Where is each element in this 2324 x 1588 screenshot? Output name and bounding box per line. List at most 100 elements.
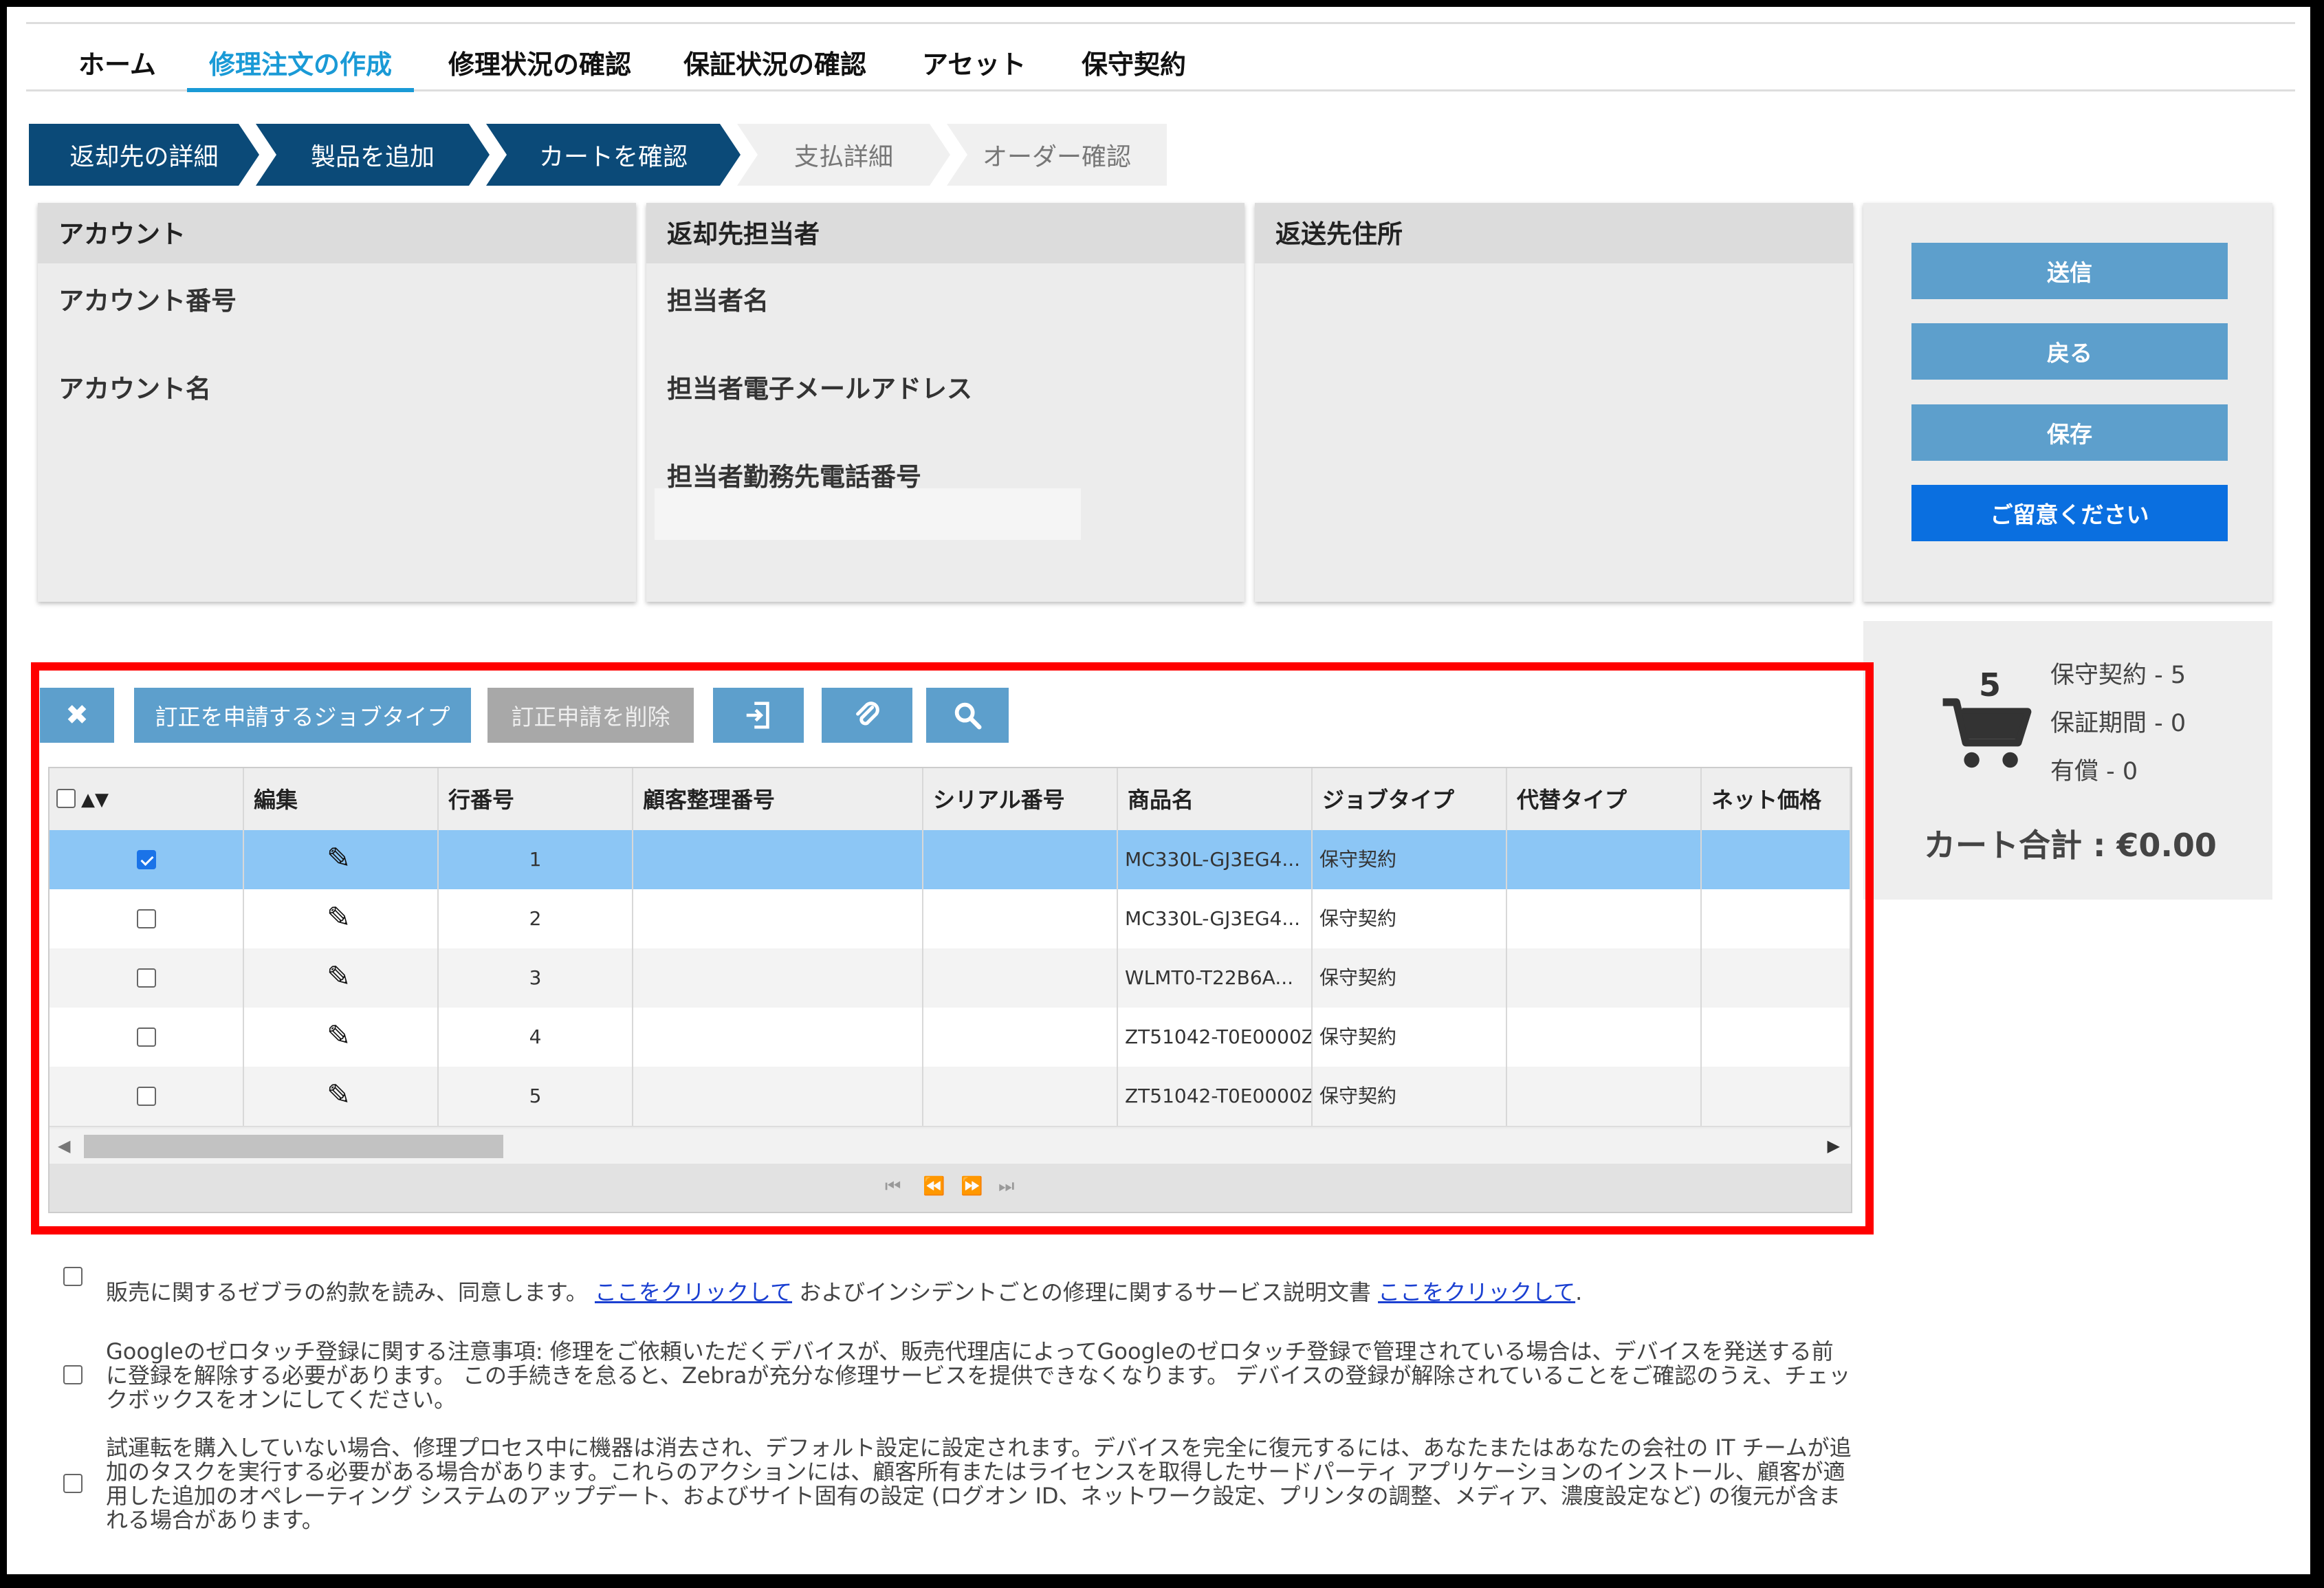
account-panel: アカウント アカウント番号 アカウント名 [38, 203, 636, 602]
export-button[interactable] [713, 688, 804, 743]
step-order-confirmation: オーダー確認 [947, 124, 1167, 186]
last-page-icon[interactable]: ⏭ [998, 1176, 1014, 1197]
edit-cell: ✎ [244, 948, 439, 1008]
contact-name-label: 担当者名 [667, 286, 769, 316]
close-icon: ✖ [65, 699, 89, 731]
search-button[interactable] [926, 688, 1009, 743]
cart-total: カート合計 : €0.00 [1924, 827, 2217, 864]
customer-ref-cell [633, 1067, 923, 1126]
main-nav: ホーム 修理注文の作成 修理状況の確認 保証状況の確認 アセット 保守契約 [26, 22, 2295, 92]
table-row[interactable]: ✎ 5 ZT51042-T0E0000Z 保守契約 [50, 1067, 1851, 1127]
next-page-icon[interactable]: ⏩ [961, 1176, 983, 1197]
actions-panel: 送信 戻る 保存 ご留意ください [1863, 203, 2272, 602]
table-row[interactable]: ✎ 3 WLMT0-T22B6A... 保守契約 [50, 948, 1851, 1009]
row-checkbox[interactable] [137, 968, 156, 988]
product-name-cell: WLMT0-T22B6A... [1118, 948, 1313, 1008]
pencil-icon[interactable]: ✎ [327, 830, 351, 888]
step-review-cart[interactable]: カートを確認 [486, 124, 741, 186]
note-button[interactable]: ご留意ください [1911, 485, 2228, 541]
row-select-cell [50, 1067, 244, 1126]
service-description-link[interactable]: ここをクリックして [1378, 1279, 1575, 1305]
alt-type-cell [1507, 1008, 1702, 1067]
table-row[interactable]: ✎ 1 MC330L-GJ3EG4... 保守契約 [50, 830, 1851, 891]
account-panel-title: アカウント [38, 203, 636, 263]
row-checkbox[interactable] [137, 850, 156, 869]
terms-link[interactable]: ここをクリックして [595, 1279, 792, 1305]
column-product-name[interactable]: 商品名 [1118, 768, 1313, 830]
table-row[interactable]: ✎ 2 MC330L-GJ3EG4... 保守契約 [50, 889, 1851, 950]
request-job-type-button[interactable]: 訂正を申請するジョブタイプ [134, 688, 471, 743]
scrollbar-thumb[interactable] [84, 1135, 503, 1158]
tab-assets[interactable]: アセット [922, 43, 1026, 81]
sort-icon[interactable]: ▲▼ [81, 768, 109, 830]
tab-repair-status[interactable]: 修理状況の確認 [448, 43, 631, 81]
cart-grid: ▲▼ 編集 行番号 顧客整理番号 シリアル番号 商品名 ジョブタイプ 代替タイプ… [48, 767, 1852, 1213]
column-customer-ref[interactable]: 顧客整理番号 [633, 768, 923, 830]
scroll-left-icon[interactable]: ◀ [58, 1136, 70, 1155]
tab-home[interactable]: ホーム [78, 43, 156, 81]
contact-phone-label: 担当者勤務先電話番号 [667, 462, 921, 492]
contact-phone-value [655, 488, 1081, 540]
net-price-cell [1702, 1008, 1851, 1067]
net-price-cell [1702, 889, 1851, 948]
row-checkbox[interactable] [137, 1027, 156, 1047]
column-job-type[interactable]: ジョブタイプ [1313, 768, 1507, 830]
cart-count-badge: 5 [1979, 666, 2002, 704]
select-all-checkbox[interactable] [56, 789, 76, 808]
tab-maintenance-contract[interactable]: 保守契約 [1082, 43, 1186, 81]
pencil-icon[interactable]: ✎ [327, 948, 351, 1006]
tab-create-repair-order[interactable]: 修理注文の作成 [209, 43, 392, 81]
page: ホーム 修理注文の作成 修理状況の確認 保証状況の確認 アセット 保守契約 返却… [7, 7, 2310, 1574]
edit-cell: ✎ [244, 1008, 439, 1067]
step-return-details[interactable]: 返却先の詳細 [29, 124, 259, 186]
step-label: 支払詳細 [793, 143, 893, 171]
pencil-icon[interactable]: ✎ [327, 889, 351, 947]
row-checkbox[interactable] [137, 1087, 156, 1106]
alt-type-cell [1507, 1067, 1702, 1126]
step-label: カートを確認 [538, 143, 688, 171]
grid-header: ▲▼ 編集 行番号 顧客整理番号 シリアル番号 商品名 ジョブタイプ 代替タイプ… [50, 768, 1851, 831]
edit-cell: ✎ [244, 830, 439, 889]
pencil-icon[interactable]: ✎ [327, 1067, 351, 1124]
back-button[interactable]: 戻る [1911, 323, 2228, 380]
paperclip-icon [856, 701, 879, 726]
delete-request-button[interactable]: 訂正申請を削除 [487, 688, 694, 743]
line-number-cell: 2 [439, 889, 633, 948]
line-number-cell: 1 [439, 830, 633, 889]
alt-type-cell [1507, 830, 1702, 889]
column-alt-type[interactable]: 代替タイプ [1507, 768, 1702, 830]
step-add-product[interactable]: 製品を追加 [256, 124, 490, 186]
terms-text: 販売に関するゼブラの約款を読み、同意します。 ここをクリックして およびインシデ… [106, 1281, 1852, 1305]
attach-button[interactable] [822, 688, 912, 743]
close-button[interactable]: ✖ [40, 688, 114, 743]
scroll-right-icon[interactable]: ▶ [1828, 1136, 1840, 1155]
step-label: 返却先の詳細 [69, 143, 219, 171]
customer-ref-cell [633, 889, 923, 948]
terms-checkbox[interactable] [63, 1267, 83, 1286]
serial-number-cell [923, 1067, 1118, 1126]
column-serial-number[interactable]: シリアル番号 [923, 768, 1118, 830]
zero-touch-checkbox[interactable] [63, 1365, 83, 1384]
first-page-icon[interactable]: ⏮ [885, 1176, 901, 1197]
table-row[interactable]: ✎ 4 ZT51042-T0E0000Z 保守契約 [50, 1008, 1851, 1068]
horizontal-scrollbar[interactable]: ◀ ▶ [50, 1129, 1851, 1164]
edit-cell: ✎ [244, 1067, 439, 1126]
product-name-cell: MC330L-GJ3EG4... [1118, 830, 1313, 889]
prev-page-icon[interactable]: ⏪ [923, 1176, 945, 1197]
save-button[interactable]: 保存 [1911, 404, 2228, 461]
line-number-cell: 5 [439, 1067, 633, 1126]
job-type-cell: 保守契約 [1313, 948, 1507, 1008]
select-all-header[interactable]: ▲▼ [50, 768, 244, 830]
tab-warranty-status[interactable]: 保証状況の確認 [683, 43, 866, 81]
column-edit[interactable]: 編集 [244, 768, 439, 830]
row-checkbox[interactable] [137, 909, 156, 928]
address-panel-title: 返送先住所 [1255, 203, 1853, 263]
pencil-icon[interactable]: ✎ [327, 1008, 351, 1065]
column-net-price[interactable]: ネット価格 [1702, 768, 1851, 830]
line-number-cell: 3 [439, 948, 633, 1008]
edit-cell: ✎ [244, 889, 439, 948]
factory-reset-checkbox[interactable] [63, 1474, 83, 1493]
column-line-number[interactable]: 行番号 [439, 768, 633, 830]
line-number-cell: 4 [439, 1008, 633, 1067]
send-button[interactable]: 送信 [1911, 243, 2228, 299]
